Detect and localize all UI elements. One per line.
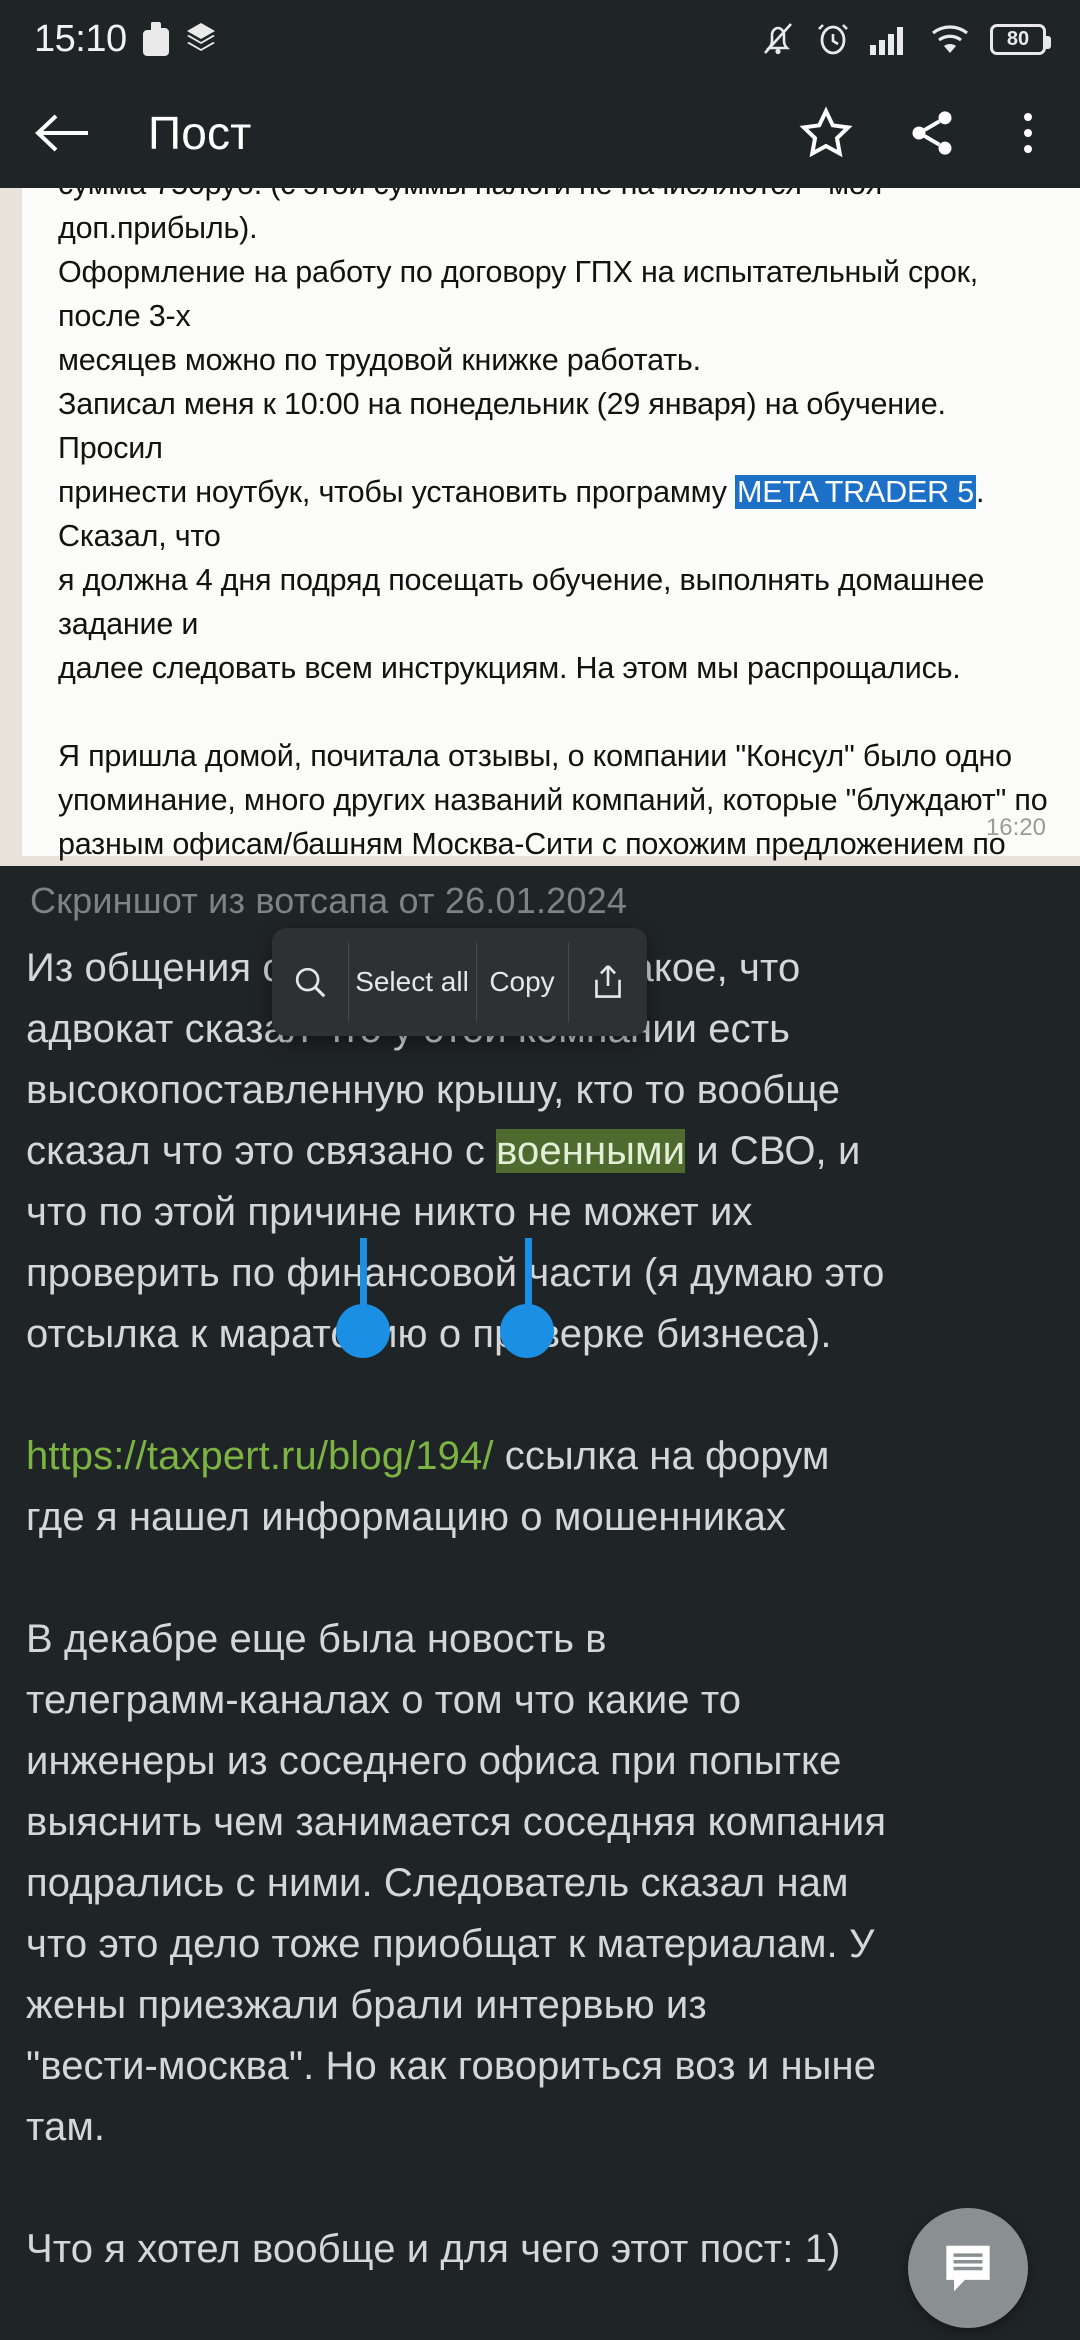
selection-handle-start[interactable] (336, 1238, 390, 1358)
selection-handle-knob (336, 1304, 390, 1358)
text-selection-context-menu: Select all Copy (272, 928, 647, 1036)
share-upload-icon (594, 965, 621, 998)
post-paragraph-4: Что я хотел вообще и для чего этот пост:… (26, 2227, 841, 2271)
post-content: сумма 750руб. (с этой суммы налоги не на… (0, 0, 1080, 2340)
embedded-screenshot-image[interactable]: сумма 750руб. (с этой суммы налоги не на… (0, 118, 1080, 866)
selection-handle-knob (500, 1304, 554, 1358)
app-bar: Пост (0, 78, 1080, 188)
screenshot-line: далее следовать всем инструкциям. На это… (58, 651, 961, 685)
forum-link[interactable]: https://taxpert.ru/blog/194/ (26, 1434, 494, 1478)
page-title: Пост (148, 107, 252, 159)
screenshot-line-with-highlight: принести ноутбук, чтобы установить прогр… (58, 470, 1050, 558)
context-menu-share-button[interactable] (568, 928, 647, 1036)
screenshot-line: Оформление на работу по договору ГПХ на … (58, 255, 978, 333)
alarm-icon (816, 21, 850, 57)
wifi-icon (930, 23, 970, 55)
screenshot-line: упоминание, много других названий компан… (58, 783, 1048, 817)
phone-screen: 15:10 80 Пост доп.прибыль). Оформление н… (0, 0, 1080, 2340)
screenshot-line: месяцев можно по трудовой книжке работат… (58, 343, 701, 377)
copy-label: Copy (489, 966, 555, 997)
screenshot-line: Я пришла домой, почитала отзывы, о компа… (58, 739, 1012, 773)
app-bar-actions (798, 105, 1046, 161)
battery-level-label: 80 (1006, 28, 1030, 50)
status-bar-clock: 15:10 (34, 17, 127, 60)
post-paragraph-3: В декабре еще была новость в телеграмм-к… (26, 1617, 887, 2149)
more-vertical-icon[interactable] (1010, 113, 1046, 153)
context-menu-select-all-button[interactable]: Select all (348, 928, 476, 1036)
screenshot-line: разным офисам/башням Москва-Сити с похож… (58, 827, 1006, 861)
search-icon (295, 967, 326, 998)
cellular-signal-icon (870, 23, 910, 55)
battery-icon: 80 (990, 23, 1051, 55)
post-text[interactable]: Из общения с людьми слышал такое, что ад… (26, 938, 1056, 2280)
status-bar-right: 80 (760, 20, 1051, 58)
app-badge-icon (142, 22, 169, 56)
layers-icon (185, 22, 217, 56)
comments-fab-button[interactable] (908, 2208, 1028, 2328)
comment-icon (946, 2245, 990, 2292)
context-menu-copy-button[interactable]: Copy (476, 928, 568, 1036)
screenshot-highlight: META TRADER 5 (735, 475, 976, 509)
share-icon[interactable] (906, 107, 958, 159)
screenshot-spacer (58, 690, 1050, 734)
selected-text[interactable]: военными (496, 1129, 686, 1173)
screenshot-timestamp: 16:20 (985, 814, 1046, 841)
screenshot-bubble: сумма 750руб. (с этой суммы налоги не на… (22, 118, 1080, 861)
back-arrow-icon[interactable] (34, 110, 104, 156)
select-all-label: Select all (355, 966, 469, 997)
selection-handle-stem (359, 1238, 367, 1310)
screenshot-text: принести ноутбук, чтобы установить прогр… (58, 475, 736, 509)
selection-handle-stem (525, 1238, 532, 1310)
post-paragraph-link: https://taxpert.ru/blog/194/ ссылка на ф… (26, 1426, 1056, 1548)
status-bar-left: 15:10 (34, 18, 217, 61)
screenshot-line: я должна 4 дня подряд посещать обучение,… (58, 563, 985, 641)
status-bar: 15:10 80 (0, 0, 1080, 78)
star-outline-icon[interactable] (798, 105, 854, 161)
screenshot-line: Записал меня к 10:00 на понедельник (29 … (58, 387, 946, 465)
image-caption: Скриншот из вотсапа от 26.01.2024 (30, 880, 628, 921)
notifications-muted-icon (760, 20, 796, 58)
selection-handle-end[interactable] (500, 1238, 554, 1358)
context-menu-search-button[interactable] (272, 928, 348, 1036)
